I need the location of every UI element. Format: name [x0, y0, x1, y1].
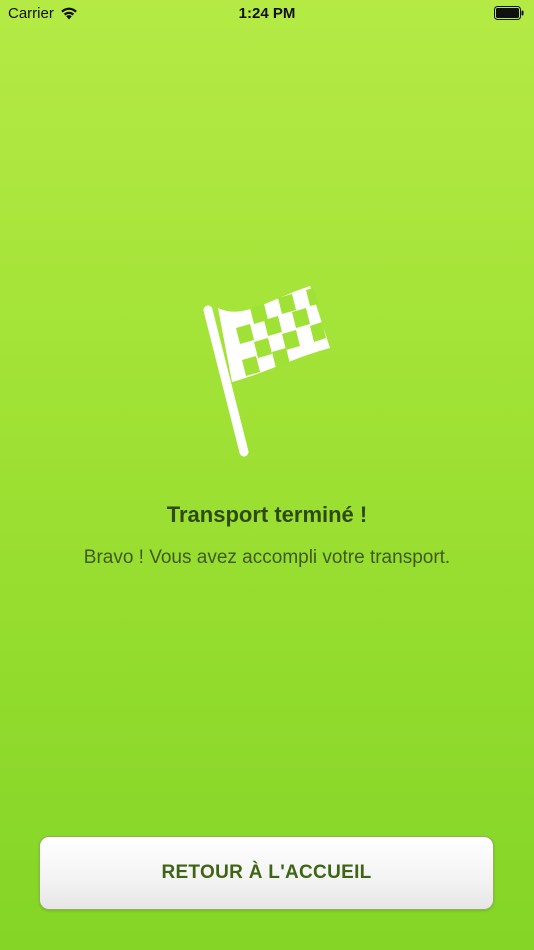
transport-complete-screen: Carrier 1:24 PM Transport terminé ! Brav…	[0, 0, 534, 950]
battery-icon	[494, 6, 524, 20]
completion-message: Bravo ! Vous avez accompli votre transpo…	[83, 547, 451, 568]
status-time: 1:24 PM	[238, 5, 296, 22]
return-home-label: RETOUR À L'ACCUEIL	[161, 862, 372, 883]
status-bar: Carrier 1:24 PM	[0, 0, 534, 28]
checkered-flag-icon	[198, 280, 338, 460]
page-title: Transport terminé !	[166, 502, 368, 527]
return-home-button[interactable]: RETOUR À L'ACCUEIL	[39, 836, 494, 910]
